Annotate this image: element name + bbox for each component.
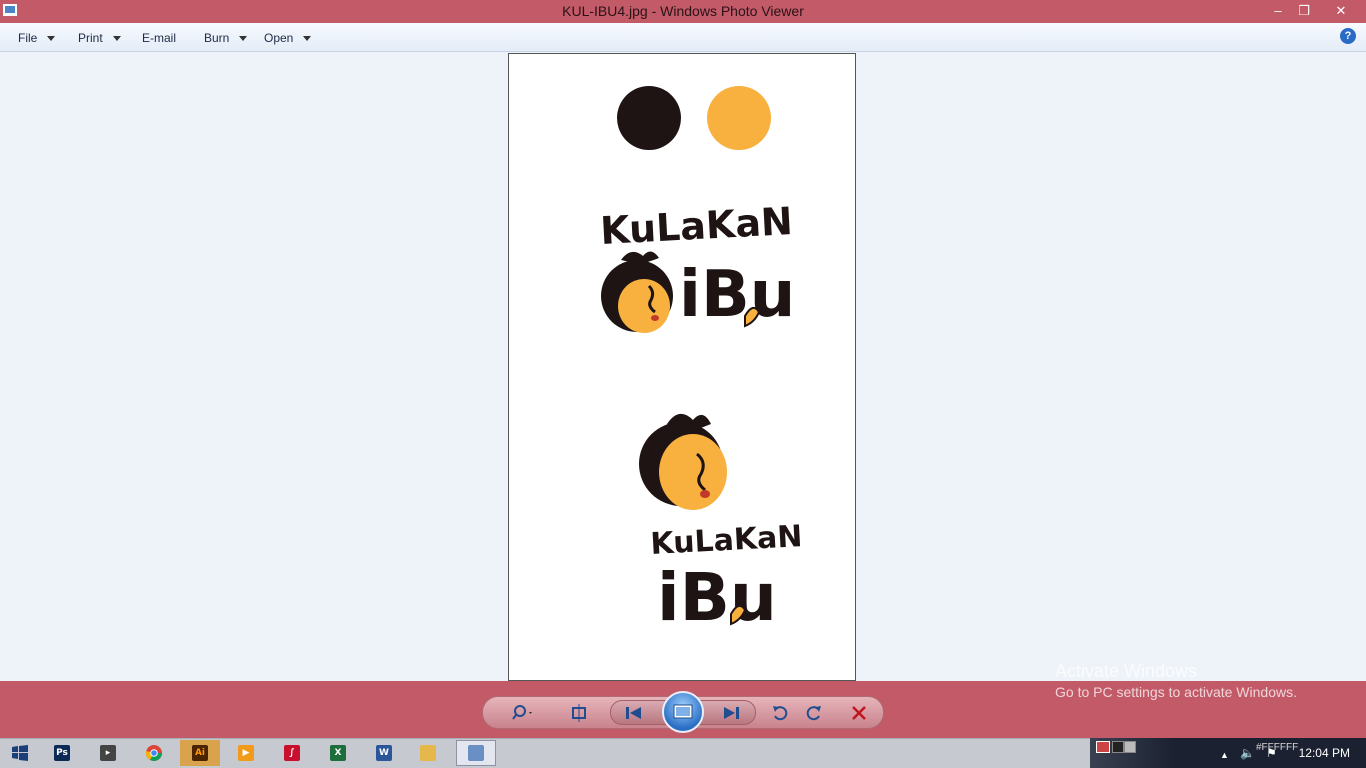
swatch-dark <box>617 86 681 150</box>
activation-watermark: Activate Windows Go to PC settings to ac… <box>1055 661 1297 700</box>
activation-subtext: Go to PC settings to activate Windows. <box>1055 684 1297 700</box>
taskbar-app-excel[interactable]: X <box>318 740 358 766</box>
taskbar-app-word[interactable]: W <box>364 740 404 766</box>
title-bar: KUL-IBU4.jpg - Windows Photo Viewer – ❐ … <box>0 0 1366 23</box>
logo2-word2: iBu <box>657 559 777 636</box>
taskbar-app-photo-viewer[interactable] <box>456 740 496 766</box>
menu-burn[interactable]: Burn <box>204 31 248 45</box>
menu-print-label: Print <box>78 31 103 45</box>
chevron-down-icon <box>239 36 248 42</box>
delete-button[interactable] <box>848 703 870 723</box>
folder-icon <box>420 745 436 761</box>
taskbar-app-media-center[interactable]: ▸ <box>88 740 128 766</box>
logo-horizontal: KuLaKaN iBu <box>599 199 795 333</box>
menu-burn-label: Burn <box>204 31 230 45</box>
volume-icon[interactable]: 🔈 <box>1240 746 1255 760</box>
word-icon: W <box>376 745 392 761</box>
rotate-clockwise-button[interactable] <box>803 703 825 723</box>
chevron-down-icon <box>303 36 312 42</box>
actual-size-icon <box>572 704 586 722</box>
taskbar-app-chrome[interactable] <box>134 740 174 766</box>
swatch-orange <box>707 86 771 150</box>
clapperboard-icon: ▸ <box>100 745 116 761</box>
logo2-word1: KuLaKaN <box>650 519 804 562</box>
window-title: KUL-IBU4.jpg - Windows Photo Viewer <box>562 3 804 19</box>
clock[interactable]: 12:04 PM <box>1299 746 1350 760</box>
close-icon: ✕ <box>1335 3 1347 18</box>
illustrator-icon: Ai <box>192 745 208 761</box>
next-icon <box>724 707 739 719</box>
windows-logo-icon <box>12 745 28 761</box>
tray-swatch-light-icon[interactable] <box>1124 741 1136 753</box>
menu-file-label: File <box>18 31 38 45</box>
restore-button[interactable]: ❐ <box>1289 0 1319 22</box>
rotate-counterclockwise-icon <box>773 706 788 721</box>
logo-stacked: KuLaKaN iBu <box>639 413 804 636</box>
taskbar-app-acrobat[interactable]: ∫ <box>272 740 312 766</box>
logo1-word1: KuLaKaN <box>599 199 794 253</box>
close-button[interactable]: ✕ <box>1326 0 1356 22</box>
taskbar-app-media-player[interactable]: ▶ <box>226 740 266 766</box>
tray-color-icon[interactable] <box>1096 741 1110 753</box>
help-icon[interactable]: ? <box>1340 28 1356 44</box>
previous-button[interactable] <box>623 703 645 723</box>
activation-heading: Activate Windows <box>1055 661 1198 681</box>
logo-artwork: KuLaKaN iBu KuLaKaN iBu <box>599 86 804 636</box>
zoom-button[interactable] <box>512 703 534 723</box>
tray-color-label: #FFFFFF <box>1256 742 1299 753</box>
chrome-icon <box>146 745 162 761</box>
menu-print[interactable]: Print <box>78 31 121 45</box>
taskbar-app-file-explorer[interactable] <box>408 740 448 766</box>
delete-icon <box>852 706 866 720</box>
restore-icon: ❐ <box>1298 3 1310 18</box>
excel-icon: X <box>330 745 346 761</box>
minimize-icon: – <box>1274 3 1282 18</box>
slideshow-button[interactable] <box>662 691 704 733</box>
menu-open[interactable]: Open <box>264 31 312 45</box>
acrobat-icon: ∫ <box>284 745 300 761</box>
rotate-counterclockwise-button[interactable] <box>769 703 791 723</box>
start-button[interactable] <box>0 740 40 766</box>
menu-open-label: Open <box>264 31 294 45</box>
taskbar-app-photoshop[interactable]: Ps <box>42 740 82 766</box>
zoom-icon <box>512 705 532 720</box>
tray-overflow-icon[interactable]: ▲ <box>1220 750 1229 760</box>
slideshow-icon <box>673 704 693 719</box>
next-button[interactable] <box>720 703 742 723</box>
actual-size-button[interactable] <box>568 703 590 723</box>
chevron-down-icon <box>112 36 121 42</box>
photoshop-icon: Ps <box>54 745 70 761</box>
menu-email-label: E-mail <box>142 31 177 45</box>
rotate-clockwise-icon <box>806 706 821 721</box>
photo-viewer-icon <box>468 745 484 761</box>
media-player-icon: ▶ <box>238 745 254 761</box>
chevron-down-icon <box>47 36 56 42</box>
menu-email[interactable]: E-mail <box>142 31 176 45</box>
taskbar-app-illustrator[interactable]: Ai <box>180 740 220 766</box>
displayed-image: KuLaKaN iBu KuLaKaN iBu <box>508 53 856 681</box>
previous-icon <box>626 707 641 719</box>
logo1-word2: iBu <box>679 258 795 332</box>
tray-swatch-dark-icon[interactable] <box>1112 741 1124 753</box>
menu-file[interactable]: File <box>18 31 56 45</box>
